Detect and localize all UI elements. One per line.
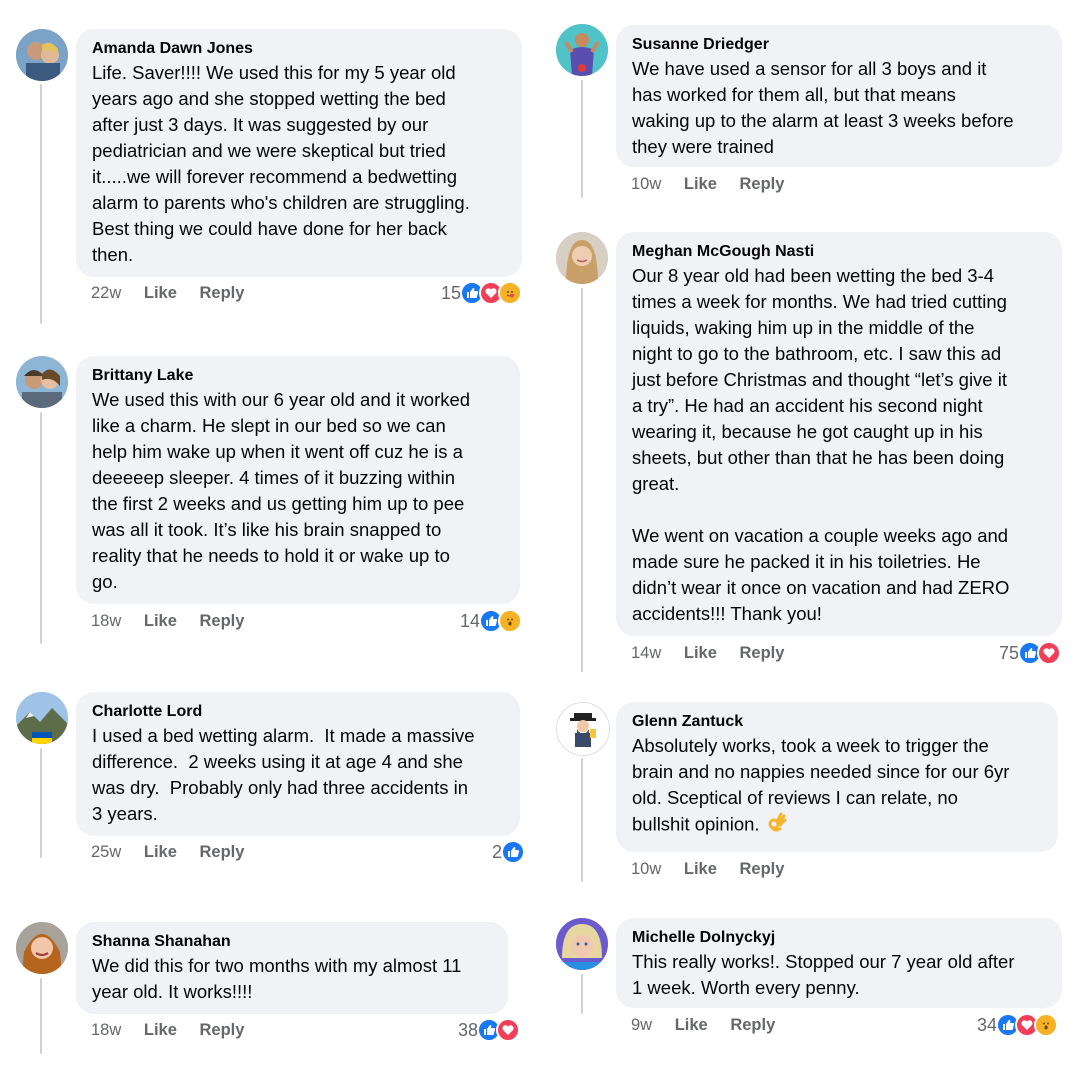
comment-time[interactable]: 10w — [631, 860, 661, 878]
avatar[interactable] — [556, 918, 608, 970]
thread-line — [581, 80, 583, 198]
reply-button[interactable]: Reply — [740, 644, 785, 662]
thread-line — [40, 978, 42, 1054]
thread-line — [581, 758, 583, 882]
comment-author[interactable]: Brittany Lake — [92, 365, 504, 387]
comment-author[interactable]: Shanna Shanahan — [92, 931, 492, 953]
comment-bubble: Susanne Driedger We have used a sensor f… — [616, 25, 1062, 167]
comment-bubble: Charlotte Lord I used a bed wetting alar… — [76, 692, 520, 836]
avatar[interactable] — [556, 232, 608, 284]
comment-time[interactable]: 10w — [631, 175, 661, 193]
thread-line — [40, 748, 42, 858]
comment-text: We used this with our 6 year old and it … — [92, 389, 471, 592]
reply-button[interactable]: Reply — [200, 284, 245, 302]
like-button[interactable]: Like — [144, 1021, 177, 1039]
comment-actions: 10w Like Reply — [631, 860, 802, 879]
reaction-count: 38 — [458, 1019, 479, 1040]
comment-time[interactable]: 18w — [91, 612, 121, 630]
comment-time[interactable]: 14w — [631, 644, 661, 662]
comment-actions: 14w Like Reply — [631, 644, 802, 663]
comment-text: I used a bed wetting alarm. It made a ma… — [92, 725, 475, 824]
comment-actions: 10w Like Reply — [631, 175, 802, 194]
like-button[interactable]: Like — [144, 284, 177, 302]
comment-actions: 22w Like Reply — [91, 284, 262, 303]
reaction-summary[interactable]: 38 — [458, 1018, 521, 1042]
comment-bubble: Michelle Dolnyckyj This really works!. S… — [616, 918, 1062, 1008]
love-icon — [1037, 641, 1062, 665]
comment-bubble: Amanda Dawn Jones Life. Saver!!!! We use… — [76, 29, 522, 277]
ok-hand-icon — [766, 811, 788, 840]
comment-bubble: Shanna Shanahan We did this for two mont… — [76, 922, 508, 1014]
care-icon — [498, 281, 523, 305]
comment-text: Absolutely works, took a week to trigger… — [632, 735, 1010, 835]
comment-text: Our 8 year old had been wetting the bed … — [632, 265, 1010, 624]
reaction-count: 75 — [999, 642, 1020, 663]
like-button[interactable]: Like — [144, 843, 177, 861]
reaction-count: 14 — [460, 610, 481, 631]
like-icon — [501, 840, 526, 864]
reaction-summary[interactable]: 34 — [977, 1013, 1059, 1037]
comment-text-wrap: Absolutely works, took a week to trigger… — [632, 733, 1042, 840]
comment-author[interactable]: Amanda Dawn Jones — [92, 38, 506, 60]
reaction-count: 15 — [441, 282, 462, 303]
comment-text: We have used a sensor for all 3 boys and… — [632, 58, 1014, 157]
reaction-summary[interactable]: 15 — [441, 281, 523, 305]
comment-author[interactable]: Meghan McGough Nasti — [632, 241, 1046, 263]
love-icon — [496, 1018, 521, 1042]
reply-button[interactable]: Reply — [740, 860, 785, 878]
thread-line — [581, 288, 583, 672]
reaction-summary[interactable]: 14 — [460, 609, 523, 633]
comment-bubble: Meghan McGough Nasti Our 8 year old had … — [616, 232, 1062, 636]
avatar[interactable] — [16, 356, 68, 408]
like-button[interactable]: Like — [144, 612, 177, 630]
comment-author[interactable]: Glenn Zantuck — [632, 711, 1042, 733]
avatar[interactable] — [556, 24, 608, 76]
avatar[interactable] — [16, 29, 68, 81]
comment-author[interactable]: Susanne Driedger — [632, 34, 1046, 56]
comment-author[interactable]: Charlotte Lord — [92, 701, 504, 723]
reply-button[interactable]: Reply — [200, 843, 245, 861]
wow-icon — [498, 609, 523, 633]
like-button[interactable]: Like — [684, 175, 717, 193]
comment-bubble: Brittany Lake We used this with our 6 ye… — [76, 356, 520, 604]
reaction-count: 34 — [977, 1014, 998, 1035]
comment-time[interactable]: 18w — [91, 1021, 121, 1039]
like-button[interactable]: Like — [684, 860, 717, 878]
comment-bubble: Glenn Zantuck Absolutely works, took a w… — [616, 702, 1058, 852]
reply-button[interactable]: Reply — [200, 612, 245, 630]
wow-icon — [1034, 1013, 1059, 1037]
like-button[interactable]: Like — [684, 644, 717, 662]
like-button[interactable]: Like — [675, 1016, 708, 1034]
thread-line — [40, 412, 42, 644]
comment-text: This really works!. Stopped our 7 year o… — [632, 951, 1015, 998]
avatar[interactable] — [16, 692, 68, 744]
comment-author[interactable]: Michelle Dolnyckyj — [632, 927, 1046, 949]
comment-text: Life. Saver!!!! We used this for my 5 ye… — [92, 62, 470, 265]
comment-text: We did this for two months with my almos… — [92, 955, 462, 1002]
avatar[interactable] — [16, 922, 68, 974]
reaction-summary[interactable]: 75 — [999, 641, 1062, 665]
avatar[interactable] — [556, 702, 610, 756]
reply-button[interactable]: Reply — [200, 1021, 245, 1039]
reply-button[interactable]: Reply — [730, 1016, 775, 1034]
comment-actions: 18w Like Reply — [91, 1021, 262, 1040]
comment-time[interactable]: 9w — [631, 1016, 652, 1034]
comment-actions: 18w Like Reply — [91, 612, 262, 631]
thread-line — [581, 974, 583, 1014]
reply-button[interactable]: Reply — [740, 175, 785, 193]
reaction-summary[interactable]: 2 — [492, 840, 526, 864]
comment-actions: 25w Like Reply — [91, 843, 262, 862]
comment-time[interactable]: 22w — [91, 284, 121, 302]
thread-line — [40, 84, 42, 324]
comment-actions: 9w Like Reply — [631, 1016, 793, 1035]
comment-time[interactable]: 25w — [91, 843, 121, 861]
